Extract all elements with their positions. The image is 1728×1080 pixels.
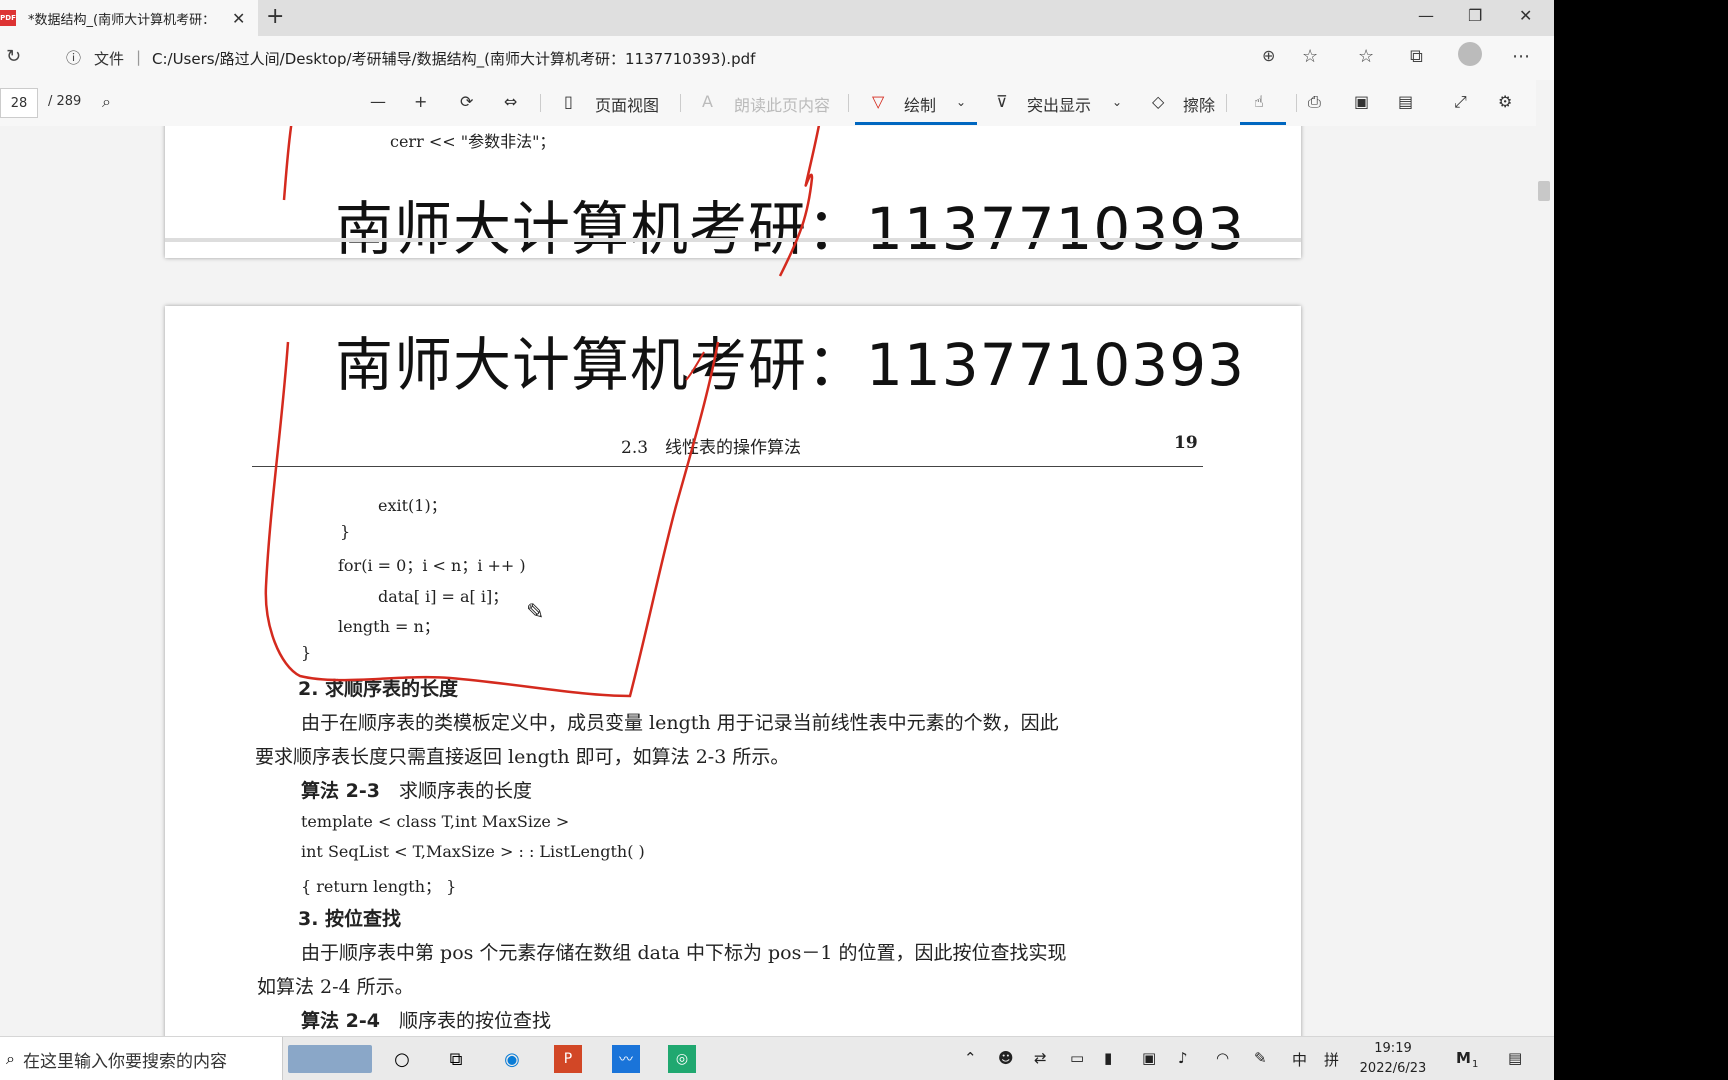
info-icon[interactable]: ⓘ [66, 47, 81, 68]
ink-stroke [778, 126, 821, 277]
toolbar-divider [848, 94, 849, 112]
draw-pen-icon: ▽ [872, 92, 885, 111]
recorder-app-icon[interactable]: ◎ [668, 1045, 696, 1073]
black-screen-margin [1554, 0, 1728, 1080]
chevron-down-icon[interactable]: ⌄ [956, 95, 966, 109]
meeting-tray-icon[interactable]: M [1456, 1049, 1471, 1067]
zoom-icon[interactable]: ⊕ [1262, 46, 1275, 65]
qq-icon[interactable]: ☻ [998, 1049, 1014, 1067]
screen-capture-icon[interactable]: ▣ [1142, 1049, 1156, 1067]
fullscreen-icon[interactable]: ⤢ [1454, 92, 1467, 112]
close-window-icon[interactable]: ✕ [1519, 6, 1532, 25]
fit-page-icon[interactable]: ⇔ [504, 92, 517, 111]
meeting-tray-badge: 1 [1472, 1059, 1479, 1070]
edge-browser-icon[interactable]: ◉ [498, 1045, 526, 1073]
cortana-icon[interactable]: ○ [388, 1045, 416, 1073]
tab-title: *数据结构_(南师大计算机考研： [28, 12, 216, 28]
page-number-input[interactable]: 28 [0, 88, 38, 118]
pdf-toolbar: 28 / 289 ⌕ — + ⟳ ⇔ ▯ 页面视图 A 朗读此页内容 ▽ 绘制 … [0, 80, 1554, 127]
new-tab-button[interactable]: + [266, 4, 284, 29]
clock-date: 2022/6/23 [1359, 1061, 1427, 1076]
task-view-icon[interactable]: ⧉ [442, 1045, 470, 1073]
erase-button[interactable]: 擦除 [1183, 92, 1215, 116]
powerpoint-icon[interactable]: P [554, 1045, 582, 1073]
ink-stroke [264, 341, 720, 698]
pdf-document-area[interactable]: cerr << "参数非法"； 南师大计算机考研：1137710393 南师大计… [0, 126, 1540, 1036]
ink-stroke [685, 351, 705, 381]
read-aloud-button[interactable]: 朗读此页内容 [734, 92, 830, 116]
microphone-icon[interactable]: ▮ [1104, 1049, 1112, 1067]
touch-write-icon[interactable]: ☝ [1254, 92, 1264, 111]
rotate-icon[interactable]: ⟳ [460, 92, 473, 111]
chevron-down-icon[interactable]: ⌄ [1112, 95, 1122, 109]
taskbar-search-box[interactable]: ⌕ 在这里输入你要搜索的内容 [0, 1037, 283, 1080]
save-as-icon[interactable]: ▤ [1398, 92, 1413, 111]
touch-active-indicator [1240, 122, 1286, 125]
search-icon[interactable]: ⌕ [102, 92, 111, 112]
search-highlight-image[interactable] [288, 1045, 372, 1073]
search-placeholder: 在这里输入你要搜索的内容 [22, 1051, 227, 1072]
toolbar-divider [1226, 94, 1227, 112]
address-scheme-label: 文件 [94, 50, 125, 68]
address-divider: | [136, 48, 142, 66]
favorites-icon[interactable]: ☆ [1358, 46, 1374, 67]
tab-strip: PDF *数据结构_(南师大计算机考研： ✕ + — ❐ ✕ [0, 0, 1554, 36]
maximize-icon[interactable]: ❐ [1468, 6, 1482, 25]
ime-mode-indicator[interactable]: 中 [1292, 1049, 1307, 1070]
sync-icon[interactable]: ⇄ [1034, 1049, 1047, 1067]
vertical-scrollbar[interactable] [1536, 80, 1554, 1036]
taskbar: ⌕ 在这里输入你要搜索的内容 ○ ⧉ ◉ P 〰 ◎ ⌃ ☻ ⇄ ▭ ▮ ▣ ♪… [0, 1036, 1554, 1080]
wifi-icon[interactable]: ◠ [1216, 1049, 1229, 1067]
page-total: / 289 [48, 94, 82, 109]
more-menu-icon[interactable]: ⋯ [1512, 46, 1530, 67]
settings-gear-icon[interactable]: ⚙ [1498, 92, 1512, 111]
zoom-out-icon[interactable]: — [370, 92, 386, 111]
refresh-icon[interactable]: ↻ [6, 46, 21, 67]
print-icon[interactable]: ⎙ [1308, 92, 1321, 112]
collections-icon[interactable]: ⧉ [1410, 46, 1423, 67]
taskbar-clock[interactable]: 19:19 2022/6/23 [1348, 1039, 1438, 1079]
tab-close-button[interactable]: ✕ [232, 9, 245, 28]
chevron-up-icon[interactable]: ⌃ [964, 1049, 977, 1067]
scrollbar-thumb[interactable] [1538, 181, 1550, 201]
toolbar-divider [1296, 94, 1297, 112]
minimize-icon[interactable]: — [1418, 6, 1434, 25]
highlight-icon: ⊽ [996, 92, 1008, 111]
ink-stroke [282, 126, 293, 201]
screen: PDF *数据结构_(南师大计算机考研： ✕ + — ❐ ✕ ↻ ⓘ 文件 | … [0, 0, 1554, 1080]
toolbar-divider [540, 94, 541, 112]
pen-icon[interactable]: ✎ [1254, 1049, 1267, 1067]
clock-time: 19:19 [1374, 1041, 1412, 1056]
toolbar-divider [680, 94, 681, 112]
add-favorite-icon[interactable]: ☆ [1302, 46, 1318, 67]
address-url[interactable]: C:/Users/路过人间/Desktop/考研辅导/数据结构_(南师大计算机考… [152, 48, 755, 69]
meeting-app-icon[interactable]: 〰 [612, 1045, 640, 1073]
pdf-file-icon: PDF [0, 10, 16, 26]
notifications-icon[interactable]: ▤ [1508, 1049, 1522, 1067]
highlight-button[interactable]: 突出显示 [1027, 92, 1091, 116]
ime-pinyin-indicator[interactable]: 拼 [1324, 1049, 1339, 1070]
search-icon: ⌕ [6, 1049, 15, 1068]
address-bar: ↻ ⓘ 文件 | C:/Users/路过人间/Desktop/考研辅导/数据结构… [0, 36, 1554, 81]
eraser-icon: ◇ [1152, 92, 1165, 111]
draw-button[interactable]: 绘制 [904, 92, 936, 116]
read-aloud-icon: A [702, 92, 713, 111]
page-view-icon: ▯ [564, 92, 573, 111]
pen-cursor-icon: ✎ [526, 600, 545, 625]
draw-active-indicator [855, 122, 977, 125]
save-icon[interactable]: ▣ [1354, 92, 1369, 111]
page-view-button[interactable]: 页面视图 [595, 92, 659, 116]
battery-icon[interactable]: ▭ [1070, 1049, 1084, 1067]
ink-annotation-layer[interactable] [0, 126, 1540, 1036]
zoom-in-icon[interactable]: + [414, 92, 427, 111]
profile-avatar[interactable] [1458, 42, 1482, 66]
volume-icon[interactable]: ♪ [1178, 1049, 1188, 1067]
browser-tab[interactable]: PDF *数据结构_(南师大计算机考研： ✕ [0, 0, 258, 36]
